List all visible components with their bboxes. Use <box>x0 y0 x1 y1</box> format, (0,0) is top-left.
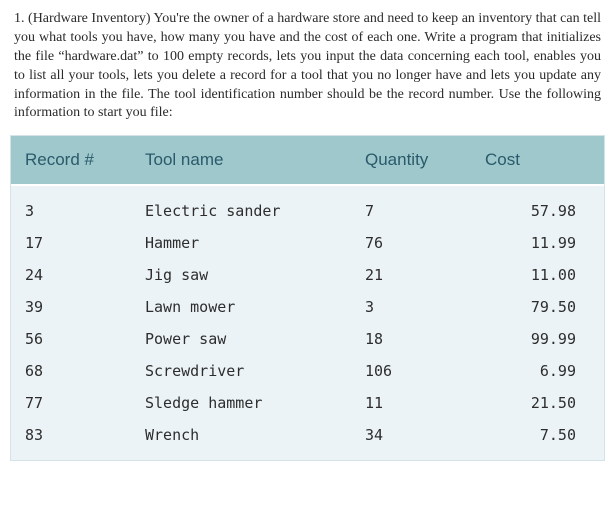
cell-cost: 11.99 <box>471 227 604 259</box>
header-tool: Tool name <box>131 136 351 185</box>
table-body: 3 Electric sander 7 57.98 17 Hammer 76 1… <box>11 185 604 460</box>
cell-cost: 57.98 <box>471 185 604 227</box>
cell-qty: 18 <box>351 323 471 355</box>
cell-tool: Jig saw <box>131 259 351 291</box>
cell-tool: Lawn mower <box>131 291 351 323</box>
cell-record: 83 <box>11 419 131 460</box>
table-row: 83 Wrench 34 7.50 <box>11 419 604 460</box>
problem-statement: 1. (Hardware Inventory) You're the owner… <box>0 0 615 135</box>
table-row: 56 Power saw 18 99.99 <box>11 323 604 355</box>
cell-cost: 79.50 <box>471 291 604 323</box>
cell-tool: Hammer <box>131 227 351 259</box>
cell-record: 56 <box>11 323 131 355</box>
cell-cost: 11.00 <box>471 259 604 291</box>
table-row: 17 Hammer 76 11.99 <box>11 227 604 259</box>
table-row: 68 Screwdriver 106 6.99 <box>11 355 604 387</box>
cell-qty: 7 <box>351 185 471 227</box>
cell-record: 3 <box>11 185 131 227</box>
cell-record: 39 <box>11 291 131 323</box>
cell-tool: Wrench <box>131 419 351 460</box>
cell-record: 24 <box>11 259 131 291</box>
cell-record: 68 <box>11 355 131 387</box>
cell-qty: 34 <box>351 419 471 460</box>
table-header-row: Record # Tool name Quantity Cost <box>11 136 604 185</box>
cell-tool: Power saw <box>131 323 351 355</box>
cell-qty: 21 <box>351 259 471 291</box>
table-row: 39 Lawn mower 3 79.50 <box>11 291 604 323</box>
inventory-table: Record # Tool name Quantity Cost 3 Elect… <box>11 136 604 460</box>
inventory-table-container: Record # Tool name Quantity Cost 3 Elect… <box>10 135 605 461</box>
header-record: Record # <box>11 136 131 185</box>
cell-cost: 21.50 <box>471 387 604 419</box>
header-qty: Quantity <box>351 136 471 185</box>
table-row: 77 Sledge hammer 11 21.50 <box>11 387 604 419</box>
cell-qty: 106 <box>351 355 471 387</box>
cell-tool: Screwdriver <box>131 355 351 387</box>
cell-tool: Sledge hammer <box>131 387 351 419</box>
cell-qty: 76 <box>351 227 471 259</box>
table-row: 24 Jig saw 21 11.00 <box>11 259 604 291</box>
table-row: 3 Electric sander 7 57.98 <box>11 185 604 227</box>
cell-cost: 99.99 <box>471 323 604 355</box>
cell-cost: 6.99 <box>471 355 604 387</box>
cell-cost: 7.50 <box>471 419 604 460</box>
cell-qty: 3 <box>351 291 471 323</box>
header-cost: Cost <box>471 136 604 185</box>
cell-qty: 11 <box>351 387 471 419</box>
cell-record: 17 <box>11 227 131 259</box>
cell-tool: Electric sander <box>131 185 351 227</box>
cell-record: 77 <box>11 387 131 419</box>
